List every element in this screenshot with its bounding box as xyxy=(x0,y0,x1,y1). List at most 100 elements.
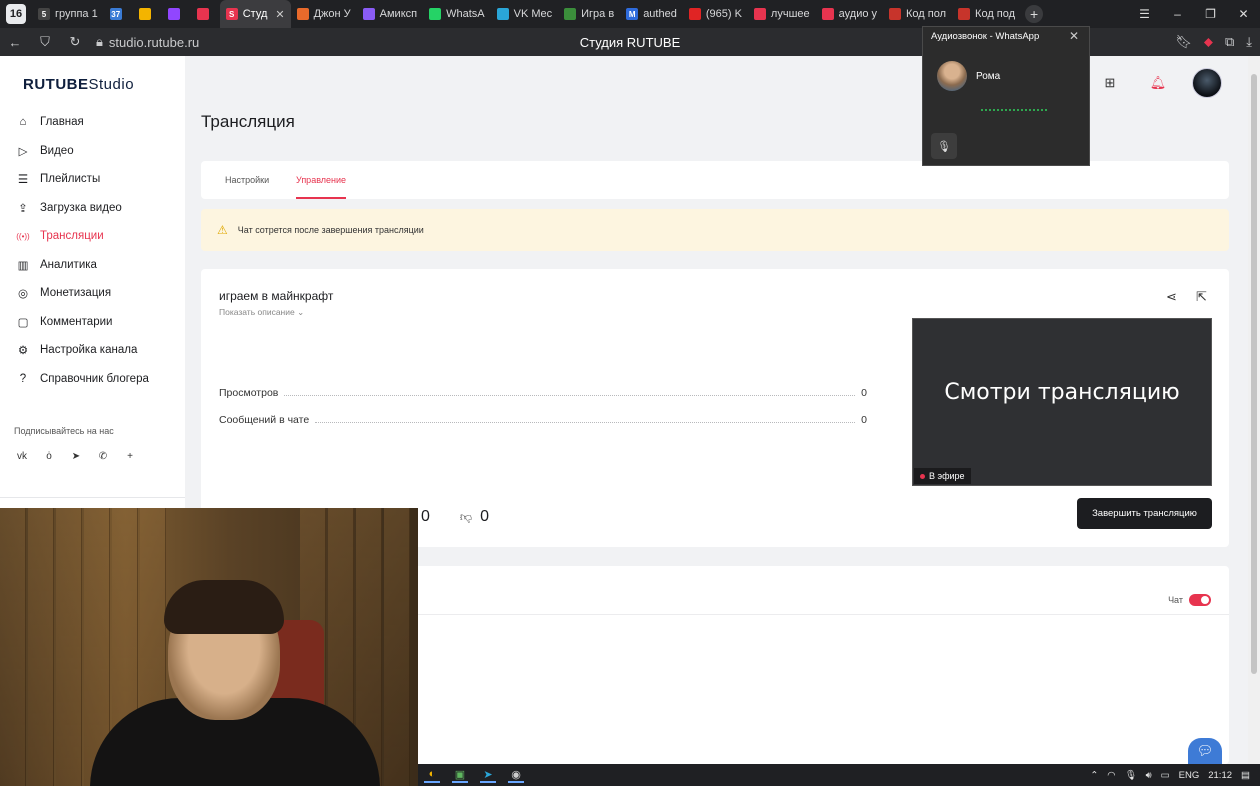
sidebar-item[interactable]: ◎ Монетизация xyxy=(14,279,149,308)
user-avatar[interactable] xyxy=(1192,68,1222,98)
sidebar-divider xyxy=(0,497,185,498)
sidebar-item[interactable]: ▥ Аналитика xyxy=(14,251,149,280)
browser-tab[interactable] xyxy=(162,0,191,28)
page-scrollbar[interactable] xyxy=(1248,56,1260,764)
taskbar: ◐ ▣ ➤ ◉ ⌃ ◠ 🎙︎ 🔊︎ ▭ ENG 21:12 ▤ xyxy=(418,764,1260,786)
obs-icon[interactable]: ◉ xyxy=(508,767,524,783)
shield-icon[interactable]: ⛉ xyxy=(30,34,60,50)
tab-favicon-icon: 5 xyxy=(38,8,50,20)
tab-favicon-icon xyxy=(688,8,701,20)
sidebar-item[interactable]: ▷ Видео xyxy=(14,137,149,166)
reactions: 0 👎︎ 0 xyxy=(421,508,489,526)
browser-tab[interactable] xyxy=(133,0,162,28)
chat-toggle[interactable]: Чат xyxy=(1168,594,1211,606)
browser-tab[interactable]: 37 xyxy=(104,0,133,28)
tab-label: Студ xyxy=(242,8,268,20)
extension-icon[interactable]: ⬥ xyxy=(1204,34,1213,50)
minecraft-icon[interactable]: ▣ xyxy=(452,767,468,783)
home-icon: ⌂ xyxy=(19,116,27,129)
tab-menu-icon[interactable]: ☰ xyxy=(1128,7,1161,21)
sidebar-item-label: Загрузка видео xyxy=(40,201,122,214)
rutube-studio-logo[interactable]: RUTUBEStudio xyxy=(23,76,134,93)
back-icon[interactable]: ← xyxy=(0,35,30,50)
tab-settings[interactable]: Настройки xyxy=(225,175,269,199)
bookmark-icon[interactable]: 🔖︎ xyxy=(1175,34,1192,50)
vk-icon[interactable]: vk xyxy=(14,448,30,464)
browser-tab[interactable]: Mauthed xyxy=(620,0,683,28)
chat-switch[interactable] xyxy=(1189,594,1211,606)
download-icon[interactable]: ⤓ xyxy=(1246,34,1252,50)
sidebar-item[interactable]: ▢ Комментарии xyxy=(14,308,149,337)
content-tabs: Настройки Управление xyxy=(201,161,1229,199)
tab-count-badge[interactable]: 16 xyxy=(6,4,26,24)
sidebar-item-label: Справочник блогера xyxy=(40,372,149,385)
clock[interactable]: 21:12 xyxy=(1208,770,1232,781)
display-icon[interactable]: ▭ xyxy=(1161,770,1170,781)
add-content-icon[interactable]: ⊞ xyxy=(1096,69,1124,97)
share-icon[interactable]: ⋖ xyxy=(1166,289,1177,305)
open-external-icon[interactable]: ⇱ xyxy=(1196,289,1207,305)
stat-views-label: Просмотров xyxy=(219,387,279,399)
viber-icon[interactable]: ✆ xyxy=(95,448,111,464)
reload-icon[interactable]: ↻ xyxy=(60,34,90,50)
browser-tab[interactable]: Игра в xyxy=(558,0,620,28)
browser-tab[interactable]: Код под xyxy=(952,0,1021,28)
address-bar-actions: 🔖︎ ⬥ ⧉ ⤓ xyxy=(1175,28,1252,56)
tab-strip: 5 группа 1 37 S Студ ✕ Джон У Амиксп WhatsA VK Me… xyxy=(32,0,1021,28)
close-tab-icon[interactable]: ✕ xyxy=(275,8,284,21)
new-tab-button[interactable]: + xyxy=(1025,5,1044,23)
sidebar-item[interactable]: ⌂ Главная xyxy=(14,108,149,137)
close-window-icon[interactable]: ✕ xyxy=(1227,7,1260,21)
alert-text: Чат сотрется после завершения трансляции xyxy=(237,225,424,235)
playlist-icon: ☰ xyxy=(17,174,29,187)
restore-icon[interactable]: ❐ xyxy=(1194,7,1227,21)
browser-tab[interactable]: аудио у xyxy=(816,0,883,28)
broadcast-icon: ((•)) xyxy=(16,231,30,241)
follow-label: Подписывайтесь на нас xyxy=(14,426,114,436)
screenshot-icon[interactable]: ⧉ xyxy=(1225,34,1234,50)
yandex-browser-icon[interactable]: ◐ xyxy=(424,767,440,783)
show-description-link[interactable]: Показать описание ⌄ xyxy=(219,307,304,318)
telegram-icon[interactable]: ➤ xyxy=(480,767,496,783)
end-broadcast-button[interactable]: Завершить трансляцию xyxy=(1077,498,1212,529)
browser-tab[interactable]: WhatsA xyxy=(423,0,491,28)
browser-tab[interactable]: VK Mec xyxy=(491,0,559,28)
notifications-icon[interactable]: ▤ xyxy=(1241,770,1250,781)
stream-preview[interactable]: Смотри трансляцию В эфире xyxy=(912,318,1212,486)
browser-tab[interactable]: Джон У xyxy=(291,0,357,28)
browser-tab[interactable]: лучшее xyxy=(748,0,816,28)
sidebar-item[interactable]: ((•)) Трансляции xyxy=(14,222,149,251)
sidebar-item[interactable]: ⚙ Настройка канала xyxy=(14,336,149,365)
tab-favicon-icon xyxy=(196,8,209,20)
volume-icon[interactable]: 🔊︎ xyxy=(1146,770,1152,781)
chevron-up-icon[interactable]: ⌃ xyxy=(1090,770,1098,781)
mic-icon[interactable]: 🎙︎ xyxy=(1125,770,1137,781)
dislike-button[interactable]: 👎︎ 0 xyxy=(460,508,489,526)
sidebar-item-label: Трансляции xyxy=(40,230,104,243)
plus-icon[interactable]: + xyxy=(122,448,138,464)
scrollbar-thumb[interactable] xyxy=(1251,74,1257,674)
url-field[interactable]: 🔒︎ studio.rutube.ru xyxy=(96,34,199,50)
browser-tab[interactable] xyxy=(191,0,220,28)
sidebar-item[interactable]: ⇪ Загрузка видео xyxy=(14,194,149,223)
tab-favicon-icon xyxy=(821,8,834,20)
language-indicator[interactable]: ENG xyxy=(1179,770,1200,781)
microphone-button[interactable]: 🎙︎ xyxy=(931,133,957,159)
browser-tab[interactable]: (965) K xyxy=(683,0,748,28)
tab-management[interactable]: Управление xyxy=(296,175,347,199)
browser-tab[interactable]: Код пол xyxy=(883,0,952,28)
ok-icon[interactable]: ȯ xyxy=(41,448,57,464)
sidebar-item-label: Комментарии xyxy=(40,315,113,328)
browser-tab[interactable]: Амиксп xyxy=(357,0,423,28)
support-chat-button[interactable]: 💬︎ xyxy=(1188,738,1222,764)
sidebar-item[interactable]: ? Справочник блогера xyxy=(14,365,149,394)
wifi-icon[interactable]: ◠ xyxy=(1107,770,1115,781)
telegram-icon[interactable]: ➤ xyxy=(68,448,84,464)
notification-bell-icon[interactable]: 🔔︎ xyxy=(1144,69,1172,97)
close-icon[interactable]: ✕ xyxy=(1069,29,1079,43)
minimize-icon[interactable]: – xyxy=(1161,7,1194,21)
sidebar-menu: ⌂ Главная ▷ Видео ☰ Плейлисты ⇪ Загрузка видео (… xyxy=(14,108,149,393)
browser-tab[interactable]: S Студ ✕ xyxy=(219,0,291,28)
browser-tab[interactable]: 5 группа 1 xyxy=(32,0,104,28)
sidebar-item[interactable]: ☰ Плейлисты xyxy=(14,165,149,194)
